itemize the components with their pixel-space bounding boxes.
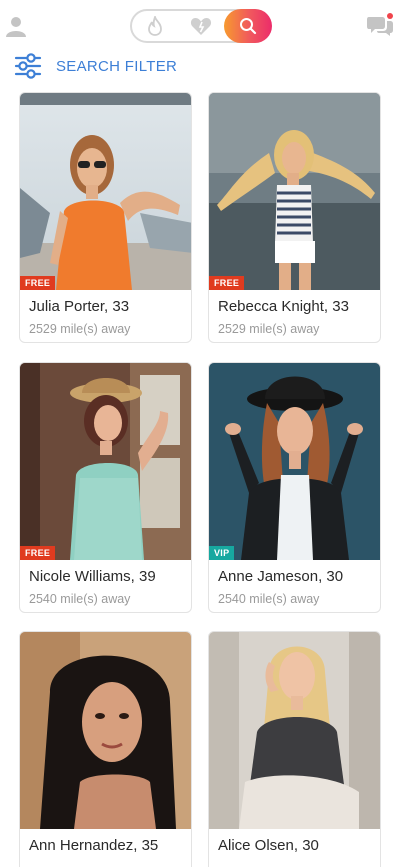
tab-likes[interactable] (178, 9, 224, 43)
profile-icon[interactable] (4, 14, 28, 38)
profile-photo: VIP (209, 363, 380, 560)
tab-hot[interactable] (132, 9, 178, 43)
search-icon (240, 18, 257, 35)
profile-card[interactable]: Alice Olsen, 30 (208, 631, 381, 867)
messages-button[interactable] (366, 13, 394, 39)
profile-card[interactable]: FREE Rebecca Knight, 33 2529 mile(s) awa… (208, 92, 381, 343)
free-badge: FREE (209, 276, 245, 290)
flame-icon (148, 16, 162, 36)
profile-name: Ann Hernandez, 35 (29, 837, 159, 854)
search-filter-label: SEARCH FILTER (56, 57, 178, 75)
free-badge: FREE (20, 546, 56, 560)
profile-name: Alice Olsen, 30 (218, 837, 319, 854)
filter-sliders-icon (14, 53, 42, 79)
profile-distance: 2529 mile(s) away (218, 322, 320, 336)
tab-search[interactable] (224, 9, 272, 43)
profile-photo (209, 632, 380, 829)
vip-badge: VIP (209, 546, 235, 560)
profile-photo (20, 632, 191, 829)
profile-card[interactable]: FREE Nicole Williams, 39 2540 mile(s) aw… (19, 362, 192, 613)
profile-name: Anne Jameson, 30 (218, 568, 344, 585)
profile-distance: 2540 mile(s) away (218, 592, 320, 606)
profile-distance: 2540 mile(s) away (29, 592, 131, 606)
profile-distance: 2529 mile(s) away (29, 322, 131, 336)
profile-card[interactable]: Ann Hernandez, 35 (19, 631, 192, 867)
profile-photo: FREE (20, 363, 191, 560)
mode-switcher (130, 9, 272, 43)
profile-card[interactable]: FREE Julia Porter, 33 2529 mile(s) away (19, 92, 192, 343)
unread-indicator (387, 13, 393, 19)
profile-photo: FREE (209, 93, 380, 290)
profile-name: Nicole Williams, 39 (29, 568, 156, 585)
profile-name: Rebecca Knight, 33 (218, 298, 349, 315)
free-badge: FREE (20, 276, 56, 290)
top-bar (0, 0, 400, 52)
profile-photo: FREE (20, 93, 191, 290)
profile-name: Julia Porter, 33 (29, 298, 130, 315)
search-filter-button[interactable]: SEARCH FILTER (14, 52, 177, 80)
heart-icon (190, 18, 212, 35)
profile-card[interactable]: VIP Anne Jameson, 30 2540 mile(s) away (208, 362, 381, 613)
